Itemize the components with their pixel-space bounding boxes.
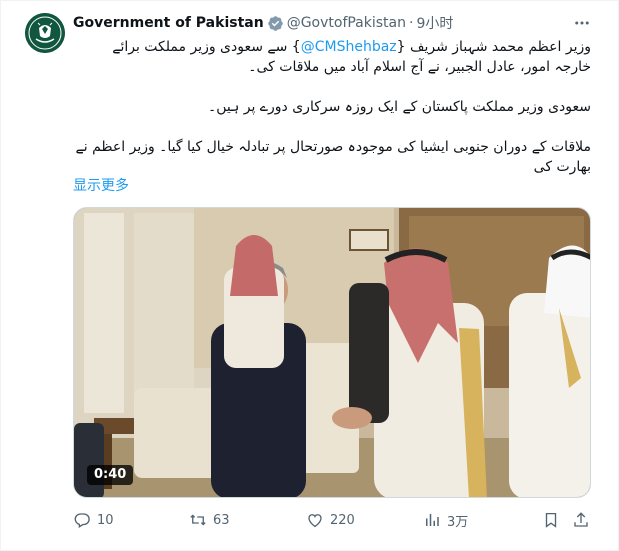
share-icon (574, 512, 588, 527)
share-button[interactable] (572, 510, 596, 530)
video-player[interactable] (73, 207, 591, 498)
display-name[interactable]: Government of Pakistan (73, 15, 264, 31)
tweet-text: وزیر اعظم محمد شہباز شریف {@CMShehbaz} س… (73, 37, 591, 177)
action-bar: 10 63 220 3万 (73, 510, 591, 530)
tweet-paragraph: سعودی وزیر مملکت پاکستان کے ایک روزہ سرک… (208, 99, 591, 115)
tweet-paragraph: وزیر اعظم محمد شہباز شریف {@CMShehbaz} س… (73, 37, 591, 77)
handle[interactable]: @GovtofPakistan (287, 15, 406, 31)
show-more-link[interactable]: 显示更多 (73, 175, 129, 195)
more-icon (575, 21, 589, 25)
timestamp[interactable]: 9小时 (416, 13, 453, 33)
like-icon (308, 514, 322, 528)
separator-dot: · (409, 15, 414, 31)
reply-count: 10 (97, 512, 114, 528)
avatar[interactable] (25, 13, 65, 53)
views-button[interactable]: 3万 (423, 510, 468, 530)
tweet-card[interactable]: Government of Pakistan @GovtofPakistan ·… (0, 0, 619, 551)
views-icon (426, 514, 439, 526)
text-segment: وزیر اعظم محمد شہباز شریف { (396, 39, 591, 55)
bookmark-button[interactable] (542, 510, 566, 530)
bookmark-icon (545, 512, 557, 528)
tweet-header: Government of Pakistan @GovtofPakistan ·… (73, 13, 578, 33)
video-thumbnail (74, 208, 590, 497)
video-duration-badge: 0:40 (87, 465, 134, 485)
repost-count: 63 (213, 512, 230, 528)
verified-badge-icon (267, 15, 283, 31)
government-emblem-icon (25, 13, 65, 53)
like-button[interactable]: 220 (306, 510, 355, 530)
view-count: 3万 (447, 514, 469, 530)
like-count: 220 (330, 512, 355, 528)
repost-icon (190, 514, 206, 526)
reply-icon (74, 513, 90, 528)
reply-button[interactable]: 10 (73, 510, 114, 530)
repost-button[interactable]: 63 (189, 510, 230, 530)
mention-link[interactable]: @CMShehbaz (301, 39, 397, 55)
tweet-paragraph: ملاقات کے دوران جنوبی ایشیا کی موجودہ صو… (75, 139, 591, 175)
more-options-button[interactable] (572, 13, 592, 33)
